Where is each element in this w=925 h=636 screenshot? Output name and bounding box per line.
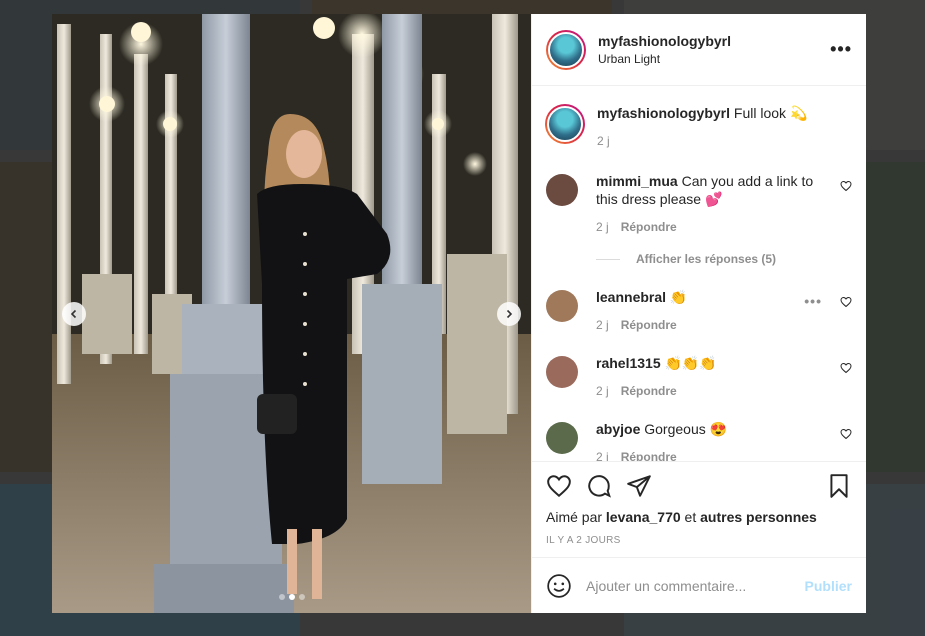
share-icon[interactable]: [626, 473, 652, 499]
avatar[interactable]: [545, 104, 585, 144]
list-item: rahel1315 👏👏👏 2 j Répondre: [546, 354, 852, 398]
comment-time[interactable]: 2 j: [596, 384, 609, 398]
avatar[interactable]: [546, 290, 578, 322]
heart-icon[interactable]: [840, 180, 852, 192]
previous-slide-button[interactable]: [62, 302, 86, 326]
likes-prefix: Aimé par: [546, 509, 603, 525]
caption: myfashionologybyrl Full look 💫 2 j: [545, 104, 852, 148]
photo-scene: [52, 14, 531, 613]
header-username[interactable]: myfashionologybyrl: [598, 33, 830, 49]
heart-icon[interactable]: [546, 473, 572, 499]
next-slide-button[interactable]: [497, 302, 521, 326]
caption-time[interactable]: 2 j: [597, 134, 610, 148]
carousel-dot: [298, 594, 305, 600]
comment-username[interactable]: mimmi_mua: [596, 173, 678, 189]
carousel-dot-active: [288, 594, 295, 600]
comment-more-icon[interactable]: •••: [804, 293, 822, 309]
chevron-left-icon: [70, 309, 77, 319]
list-item: mimmi_mua Can you add a link to this dre…: [546, 172, 852, 234]
avatar[interactable]: [546, 356, 578, 388]
likes-summary: Aimé par levana_770 et autres personnes: [546, 509, 852, 525]
post-modal: myfashionologybyrl Urban Light ••• myfas…: [52, 14, 866, 613]
comment-username[interactable]: leannebral: [596, 289, 666, 305]
list-item: leannebral 👏 2 j Répondre •••: [546, 288, 852, 332]
more-icon[interactable]: •••: [830, 39, 852, 60]
comment-text: 👏👏👏: [664, 355, 717, 371]
caption-text: Full look 💫: [733, 105, 808, 121]
likes-others[interactable]: autres personnes: [700, 509, 817, 525]
comment-text: 👏: [669, 289, 688, 305]
reply-button[interactable]: Répondre: [621, 450, 677, 461]
reply-button[interactable]: Répondre: [621, 318, 677, 332]
emoji-icon[interactable]: [546, 573, 572, 599]
post-photo[interactable]: [52, 14, 531, 613]
comment-username[interactable]: abyjoe: [596, 421, 640, 437]
caption-username[interactable]: myfashionologybyrl: [597, 105, 730, 121]
avatar[interactable]: [546, 174, 578, 206]
post-sidebar: myfashionologybyrl Urban Light ••• myfas…: [531, 14, 866, 613]
post-header: myfashionologybyrl Urban Light •••: [532, 14, 866, 86]
chevron-right-icon: [506, 309, 513, 319]
publish-button[interactable]: Publier: [805, 578, 852, 594]
comment-time[interactable]: 2 j: [596, 220, 609, 234]
heart-icon[interactable]: [840, 362, 852, 374]
comment-username[interactable]: rahel1315: [596, 355, 661, 371]
heart-icon[interactable]: [840, 296, 852, 308]
comment-icon[interactable]: [586, 473, 612, 499]
carousel-indicator: [52, 594, 531, 600]
post-timestamp[interactable]: IL Y A 2 JOURS: [546, 535, 852, 546]
comment-input[interactable]: Ajouter un commentaire...: [586, 578, 805, 594]
heart-icon[interactable]: [840, 428, 852, 440]
comments-list: myfashionologybyrl Full look 💫 2 j mimmi…: [532, 86, 866, 461]
list-item: abyjoe Gorgeous 😍 2 j Répondre: [546, 420, 852, 461]
avatar[interactable]: [546, 29, 586, 70]
reply-button[interactable]: Répondre: [621, 220, 677, 234]
comment-text: Gorgeous 😍: [644, 421, 728, 437]
carousel-dot: [278, 594, 285, 600]
add-comment-bar: Ajouter un commentaire... Publier: [532, 557, 866, 613]
comment-time[interactable]: 2 j: [596, 318, 609, 332]
post-actions: Aimé par levana_770 et autres personnes …: [532, 461, 866, 613]
view-replies-button[interactable]: Afficher les réponses (5): [596, 252, 852, 266]
bookmark-icon[interactable]: [826, 473, 852, 499]
likes-joiner: et: [684, 509, 697, 525]
avatar[interactable]: [546, 422, 578, 454]
view-replies-label: Afficher les réponses (5): [636, 252, 777, 266]
reply-button[interactable]: Répondre: [621, 384, 677, 398]
likes-user[interactable]: levana_770: [606, 509, 681, 525]
comment-time[interactable]: 2 j: [596, 450, 609, 461]
header-location[interactable]: Urban Light: [598, 52, 830, 66]
